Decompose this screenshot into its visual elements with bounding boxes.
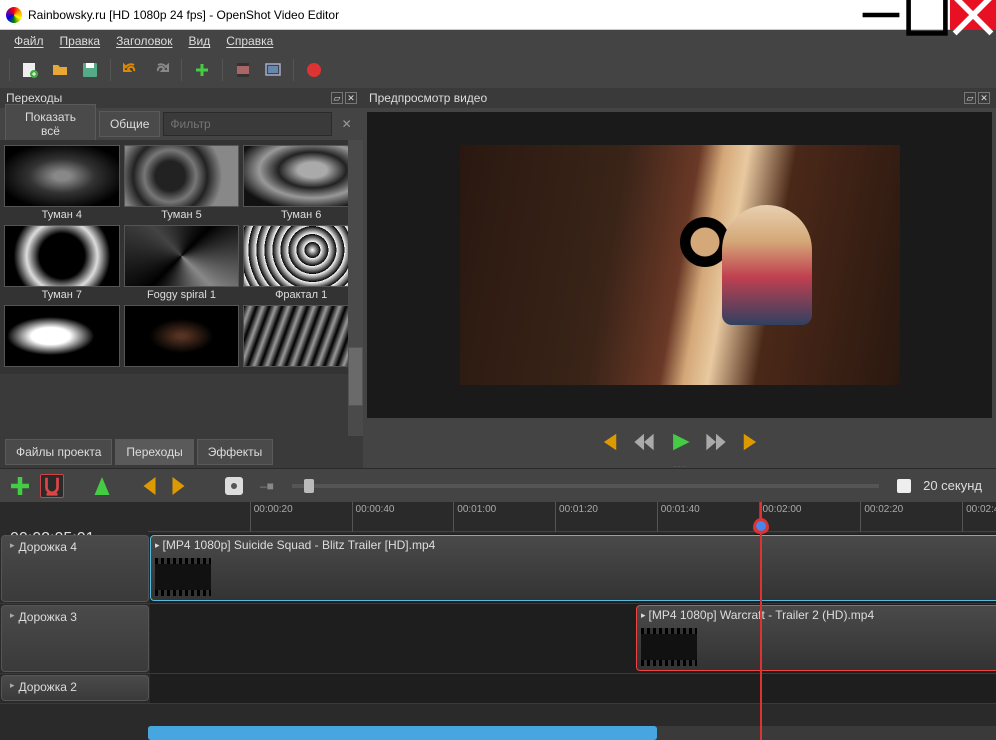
preview-area[interactable] [367, 112, 992, 418]
preview-panel-title: Предпросмотр видео ▱✕ [363, 88, 996, 108]
save-project-button[interactable] [77, 57, 103, 83]
panel-float-icon[interactable]: ▱ [964, 92, 976, 104]
clear-filter-icon[interactable]: ✕ [335, 117, 358, 131]
new-project-button[interactable] [17, 57, 43, 83]
tracks-area: ▸Дорожка 4 ▸[MP4 1080p] Suicide Squad - … [0, 534, 996, 726]
timeline-ruler[interactable]: 00:00:20 00:00:40 00:01:00 00:01:20 00:0… [148, 502, 996, 532]
transition-item[interactable]: Туман 6 [243, 145, 359, 221]
transition-item[interactable]: Туман 4 [4, 145, 120, 221]
jump-end-button[interactable] [741, 431, 763, 453]
close-button[interactable] [950, 0, 996, 30]
track-label[interactable]: ▸Дорожка 3 [1, 605, 149, 672]
minimize-button[interactable] [858, 0, 904, 30]
timeline: 00:02:05:01 00:00:20 00:00:40 00:01:00 0… [0, 502, 996, 740]
preview-panel: Предпросмотр видео ▱✕ ····· [363, 88, 996, 468]
track-row: ▸Дорожка 2 [0, 674, 996, 704]
track-content[interactable]: ▸[MP4 1080p] Warcraft - Trailer 2 (HD).m… [150, 604, 996, 673]
transitions-grid: Туман 4 Туман 5 Туман 6 Туман 7 Foggy sp… [0, 140, 363, 374]
forward-button[interactable] [705, 431, 727, 453]
left-panel: Переходы ▱✕ Показать всё Общие ✕ Туман 4… [0, 88, 363, 468]
transition-item[interactable]: Туман 7 [4, 225, 120, 301]
zoom-in-icon[interactable] [897, 479, 911, 493]
track-row: ▸Дорожка 3 ▸[MP4 1080p] Warcraft - Trail… [0, 604, 996, 674]
zoom-slider[interactable] [292, 484, 879, 488]
clip-title: [MP4 1080p] Suicide Squad - Blitz Traile… [163, 538, 436, 552]
transition-item[interactable] [243, 305, 359, 369]
add-track-button[interactable] [8, 474, 32, 498]
show-all-button[interactable]: Показать всё [5, 104, 96, 144]
transition-item[interactable]: Фрактал 1 [243, 225, 359, 301]
menubar: Файл Правка Заголовок Вид Справка [0, 30, 996, 52]
track-content[interactable] [150, 674, 996, 703]
maximize-button[interactable] [904, 0, 950, 30]
main-area: Переходы ▱✕ Показать всё Общие ✕ Туман 4… [0, 88, 996, 468]
open-project-button[interactable] [47, 57, 73, 83]
snap-button[interactable] [40, 474, 64, 498]
transition-item[interactable] [4, 305, 120, 369]
play-button[interactable] [669, 431, 691, 453]
menu-edit[interactable]: Правка [54, 32, 107, 50]
tab-effects[interactable]: Эффекты [197, 439, 274, 465]
redo-button[interactable] [148, 57, 174, 83]
main-toolbar [0, 52, 996, 88]
transitions-title-label: Переходы [6, 91, 62, 105]
filter-input[interactable] [163, 112, 332, 136]
preview-frame [460, 145, 900, 385]
tab-project-files[interactable]: Файлы проекта [5, 439, 112, 465]
clip[interactable]: ▸[MP4 1080p] Warcraft - Trailer 2 (HD).m… [636, 605, 996, 671]
razor-button[interactable] [90, 474, 114, 498]
transition-item[interactable]: Foggy spiral 1 [124, 225, 240, 301]
undo-button[interactable] [118, 57, 144, 83]
app-icon [6, 7, 22, 23]
clip[interactable]: ▸[MP4 1080p] Suicide Squad - Blitz Trail… [150, 535, 996, 601]
next-marker-button[interactable] [168, 474, 192, 498]
menu-view[interactable]: Вид [182, 32, 216, 50]
profile-button[interactable] [230, 57, 256, 83]
track-content[interactable]: ▸[MP4 1080p] Suicide Squad - Blitz Trail… [150, 534, 996, 603]
zoom-out-icon[interactable]: –■ [260, 479, 274, 493]
titlebar: Rainbowsky.ru [HD 1080p 24 fps] - OpenSh… [0, 0, 996, 30]
transition-item[interactable]: Туман 5 [124, 145, 240, 221]
common-button[interactable]: Общие [99, 111, 160, 137]
track-label[interactable]: ▸Дорожка 2 [1, 675, 149, 701]
export-button[interactable] [301, 57, 327, 83]
center-playhead-button[interactable] [222, 474, 246, 498]
panel-close-icon[interactable]: ✕ [978, 92, 990, 104]
track-label[interactable]: ▸Дорожка 4 [1, 535, 149, 602]
preview-title-label: Предпросмотр видео [369, 91, 487, 105]
menu-file[interactable]: Файл [8, 32, 50, 50]
panel-tabs: Файлы проекта Переходы Эффекты [0, 436, 363, 468]
window-title: Rainbowsky.ru [HD 1080p 24 fps] - OpenSh… [28, 8, 858, 22]
import-files-button[interactable] [189, 57, 215, 83]
panel-close-icon[interactable]: ✕ [345, 92, 357, 104]
track-row: ▸Дорожка 4 ▸[MP4 1080p] Suicide Squad - … [0, 534, 996, 604]
menu-help[interactable]: Справка [220, 32, 279, 50]
timeline-toolbar: –■ 20 секунд [0, 468, 996, 502]
clip-thumbnail [155, 558, 211, 596]
panel-float-icon[interactable]: ▱ [331, 92, 343, 104]
horizontal-scrollbar[interactable] [148, 726, 996, 740]
zoom-label: 20 секунд [923, 478, 982, 493]
prev-marker-button[interactable] [136, 474, 160, 498]
fullscreen-button[interactable] [260, 57, 286, 83]
playback-controls [363, 422, 996, 462]
clip-thumbnail [641, 628, 697, 666]
rewind-button[interactable] [633, 431, 655, 453]
transitions-filter-bar: Показать всё Общие ✕ [0, 108, 363, 140]
tab-transitions[interactable]: Переходы [115, 439, 193, 465]
resize-handle[interactable]: ····· [363, 462, 996, 468]
vertical-scrollbar[interactable] [348, 140, 363, 436]
transition-item[interactable] [124, 305, 240, 369]
playhead[interactable] [760, 502, 762, 740]
jump-start-button[interactable] [597, 431, 619, 453]
menu-title[interactable]: Заголовок [110, 32, 178, 50]
